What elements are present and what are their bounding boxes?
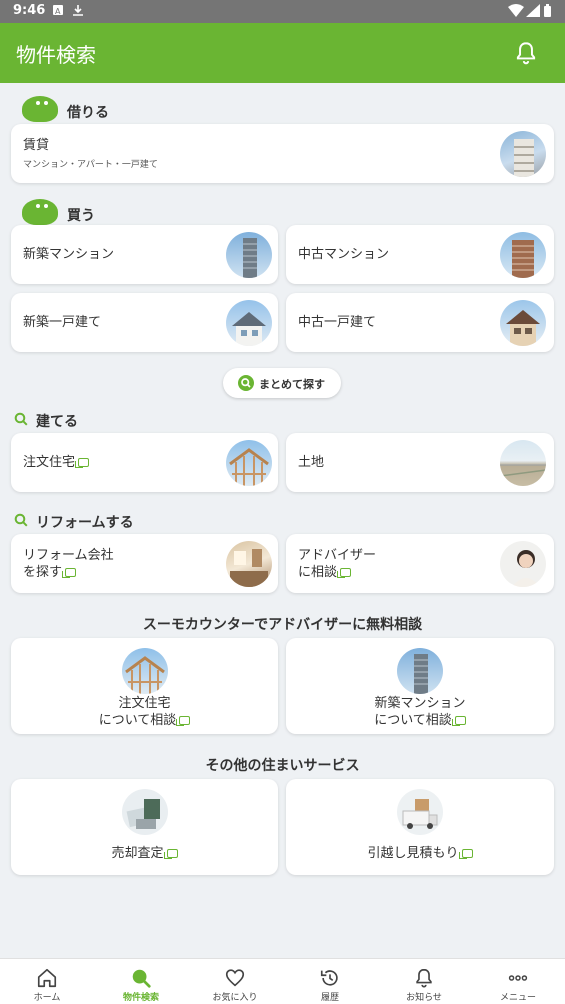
other-services-heading: その他の住まいサービス	[205, 758, 360, 774]
search-circle-icon	[238, 375, 254, 391]
nav-menu[interactable]: メニュー	[471, 959, 565, 1004]
search-icon	[132, 969, 151, 988]
rent-card-label: 賃貸	[23, 138, 50, 153]
notification-bell-icon[interactable]	[513, 40, 539, 66]
mascot-icon	[22, 96, 58, 122]
home-icon	[37, 968, 57, 988]
appraisal-icon	[121, 789, 168, 835]
svg-text:A: A	[55, 7, 61, 16]
custom-house-photo	[121, 648, 168, 694]
history-icon	[320, 970, 338, 986]
nav-home[interactable]: ホーム	[0, 959, 94, 1004]
battery-icon	[544, 4, 551, 17]
heart-icon	[225, 969, 245, 987]
apartment-photo	[500, 131, 546, 177]
counter-card-new-mansion[interactable]: 新築マンション について相談	[286, 638, 554, 734]
moving-estimate-card[interactable]: 引越し見積もり	[286, 779, 554, 875]
notification-icon: A	[53, 5, 63, 16]
nav-search[interactable]: 物件検索	[94, 959, 188, 1004]
counter-card-custom-house[interactable]: 注文住宅 について相談	[11, 638, 278, 734]
status-bar: 9:46 A	[0, 0, 565, 23]
bottom-navigation: ホーム 物件検索 お気に入り 履歴 お知らせ メニュー	[0, 958, 565, 1004]
sell-appraisal-card[interactable]: 売却査定	[11, 779, 278, 875]
build-card-land[interactable]: 土地	[286, 433, 554, 492]
search-all-button[interactable]: まとめて探す	[223, 368, 341, 398]
moving-truck-icon	[397, 789, 443, 835]
app-bar: 物件検索	[0, 23, 565, 83]
status-time: 9:46	[13, 3, 46, 18]
external-link-icon	[176, 716, 191, 726]
external-link-icon	[163, 849, 178, 859]
external-link-icon	[75, 458, 90, 468]
buy-card-used-house[interactable]: 中古一戸建て	[286, 293, 554, 352]
nav-notifications[interactable]: お知らせ	[377, 959, 471, 1004]
reform-card-advisor[interactable]: アドバイザー に相談	[286, 534, 554, 593]
reform-room-photo	[226, 541, 272, 587]
reform-card-company[interactable]: リフォーム会社 を探す	[11, 534, 278, 593]
advisor-photo	[500, 541, 546, 587]
buy-card-new-mansion[interactable]: 新築マンション	[11, 225, 278, 284]
counter-heading: スーモカウンターでアドバイザーに無料相談	[142, 617, 423, 633]
external-link-icon	[337, 568, 352, 578]
mascot-icon	[22, 199, 58, 225]
new-mansion-photo	[226, 232, 272, 278]
rent-card[interactable]: 賃貸 マンション・アパート・一戸建て	[11, 124, 554, 183]
bell-icon	[416, 968, 432, 988]
used-mansion-photo	[500, 232, 546, 278]
used-house-photo	[500, 300, 546, 346]
custom-house-photo	[226, 440, 272, 486]
buy-card-used-mansion[interactable]: 中古マンション	[286, 225, 554, 284]
land-photo	[500, 440, 546, 486]
download-icon	[73, 5, 83, 16]
external-link-icon	[458, 849, 473, 859]
build-card-custom-house[interactable]: 注文住宅	[11, 433, 278, 492]
wifi-icon	[508, 4, 524, 17]
nav-history[interactable]: 履歴	[283, 959, 377, 1004]
rent-card-sub: マンション・アパート・一戸建て	[23, 160, 158, 170]
search-icon	[14, 412, 28, 426]
new-mansion-photo	[397, 648, 443, 694]
more-icon	[508, 975, 528, 981]
page-title: 物件検索	[16, 43, 96, 67]
signal-icon	[526, 4, 540, 17]
external-link-icon	[451, 716, 466, 726]
external-link-icon	[62, 568, 77, 578]
search-icon	[14, 513, 28, 527]
nav-favorites[interactable]: お気に入り	[188, 959, 282, 1004]
buy-card-new-house[interactable]: 新築一戸建て	[11, 293, 278, 352]
new-house-photo	[226, 300, 272, 346]
